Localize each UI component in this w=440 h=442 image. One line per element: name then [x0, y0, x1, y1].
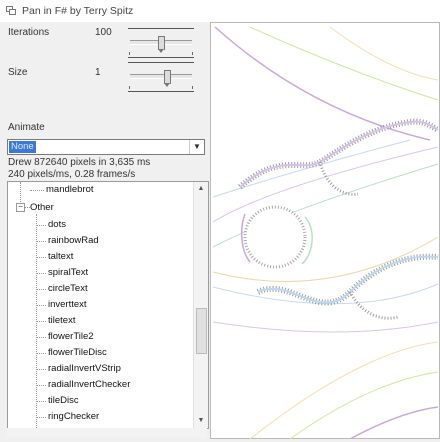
tree-item[interactable]: taltext [48, 249, 73, 264]
tree-vertical-scrollbar[interactable]: ▲ ▼ [193, 182, 208, 428]
iterations-slider-thumb[interactable] [158, 36, 165, 50]
app-window-icon [6, 6, 16, 15]
iterations-label: Iterations [8, 27, 50, 38]
tree-item[interactable]: flowerTile2 [48, 329, 94, 344]
tree-item[interactable]: dots [48, 217, 66, 232]
tree-item[interactable]: inverttext [48, 297, 87, 312]
tree-item[interactable]: spiralText [48, 265, 88, 280]
tree-item[interactable]: tiletext [48, 313, 75, 328]
tree-item[interactable]: radialInvertVStrip [48, 361, 121, 376]
tree-item[interactable]: ringChecker [48, 409, 99, 424]
iterations-trackbar[interactable] [128, 28, 194, 58]
tree-horizontal-scrollbar[interactable] [7, 428, 207, 438]
tree-item[interactable]: circleText [48, 281, 88, 296]
status-timing: Drew 872640 pixels in 3,635 ms [8, 157, 151, 168]
tree-item[interactable]: tileDisc [48, 393, 79, 408]
scroll-up-icon[interactable]: ▲ [194, 182, 208, 196]
scroll-down-icon[interactable]: ▼ [194, 414, 208, 428]
chevron-down-icon[interactable]: ▼ [189, 140, 204, 154]
tree-item[interactable]: flowerTileDisc [48, 345, 107, 360]
animate-selected-value: None [9, 141, 36, 153]
collapse-icon[interactable]: − [16, 203, 25, 212]
iterations-value: 100 [95, 27, 112, 38]
tree-item[interactable]: radialInvertChecker [48, 377, 130, 392]
pattern-tree[interactable]: mandlebrot − Other dots rainbowRad talte… [7, 181, 209, 429]
window-title: Pan in F# by Terry Spitz [22, 5, 134, 17]
tree-group-other[interactable]: Other [30, 200, 54, 215]
animate-label: Animate [8, 122, 45, 133]
fractal-image [210, 22, 440, 440]
size-slider-thumb[interactable] [164, 70, 171, 84]
animate-dropdown[interactable]: None ▼ [7, 139, 205, 155]
status-rate: 240 pixels/ms, 0.28 frames/s [8, 169, 136, 180]
tree-item[interactable]: rainbowRad [48, 233, 99, 248]
scrollbar-thumb[interactable] [196, 308, 207, 354]
size-value: 1 [95, 67, 101, 78]
fractal-canvas[interactable] [210, 22, 440, 440]
size-label: Size [8, 67, 28, 78]
tree-item-mandlebrot[interactable]: mandlebrot [46, 182, 94, 197]
title-bar: Pan in F# by Terry Spitz [0, 0, 440, 22]
size-trackbar[interactable] [128, 62, 194, 92]
